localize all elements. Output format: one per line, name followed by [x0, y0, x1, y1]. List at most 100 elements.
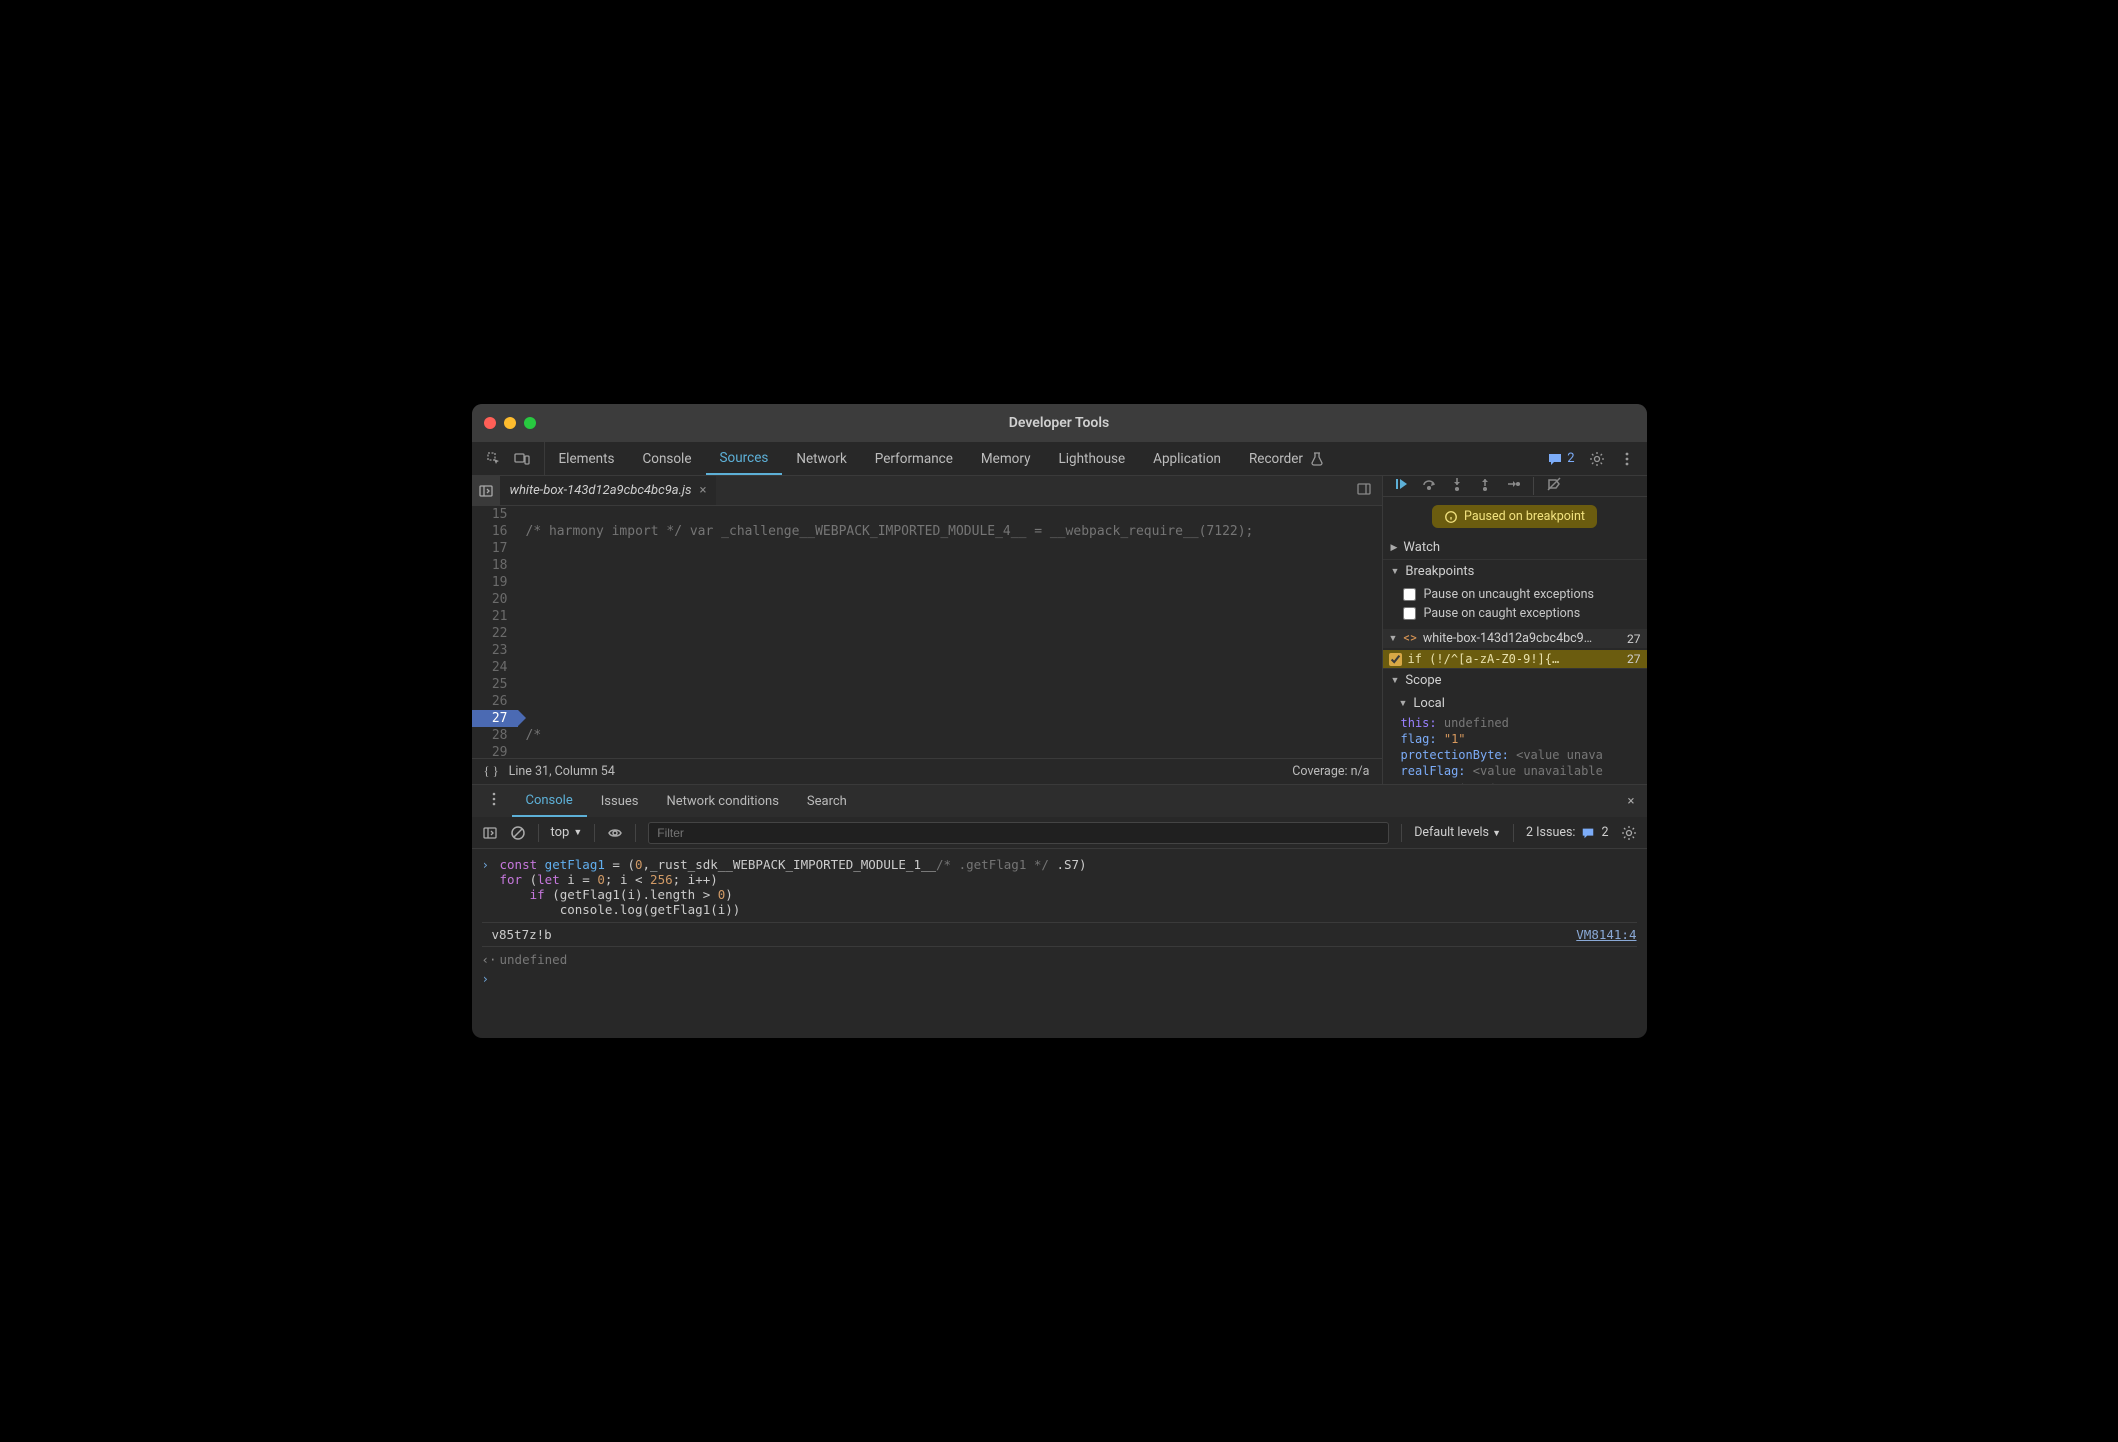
line-number: 25 — [472, 676, 518, 693]
console-sidebar-toggle-icon[interactable] — [482, 825, 498, 841]
tab-console[interactable]: Console — [628, 442, 705, 475]
breakpoints-section-header[interactable]: ▼Breakpoints — [1383, 560, 1647, 583]
pause-caught-checkbox[interactable]: Pause on caught exceptions — [1403, 604, 1639, 623]
output-caret-icon: ‹· — [482, 952, 492, 967]
breakpoint-file-row[interactable]: ▼ <> white-box-143d12a9cbc4bc9… 27 — [1383, 629, 1647, 648]
drawer-tabs: Console Issues Network conditions Search… — [472, 785, 1647, 817]
format-icon[interactable]: { } — [484, 764, 509, 779]
kebab-menu-icon[interactable] — [1619, 451, 1635, 467]
close-tab-icon[interactable]: × — [700, 483, 707, 498]
drawer-tab-network-conditions[interactable]: Network conditions — [652, 785, 792, 817]
drawer-tab-search[interactable]: Search — [793, 785, 861, 817]
line-number: 16 — [472, 523, 518, 540]
navigator-toggle-icon[interactable] — [472, 476, 500, 505]
tab-memory[interactable]: Memory — [967, 442, 1045, 475]
main-tabs: Elements Console Sources Network Perform… — [472, 442, 1647, 476]
gutter[interactable]: 15 16 17 18 19 20 21 22 23 24 25 26 27 2… — [472, 506, 518, 758]
scope-local-header[interactable]: ▼Local — [1383, 692, 1647, 715]
line-number: 18 — [472, 557, 518, 574]
console-input-text: const getFlag1 = (0,_rust_sdk__WEBPACK_I… — [500, 857, 1637, 917]
clear-console-icon[interactable] — [510, 825, 526, 841]
breakpoint-condition-row[interactable]: if (!/^[a-zA-Z0-9!]{… 27 — [1383, 650, 1647, 668]
toggle-navigator-right-icon[interactable] — [1356, 481, 1382, 501]
pause-uncaught-checkbox[interactable]: Pause on uncaught exceptions — [1403, 585, 1639, 604]
flask-icon — [1309, 451, 1325, 467]
scope-protection-byte: protectionByte: <value unava — [1383, 747, 1647, 763]
scope-section-header[interactable]: ▼Scope — [1383, 669, 1647, 692]
file-tabs-bar: white-box-143d12a9cbc4bc9a.js × — [472, 476, 1382, 506]
tab-recorder-label: Recorder — [1249, 451, 1303, 467]
console-body[interactable]: › const getFlag1 = (0,_rust_sdk__WEBPACK… — [472, 849, 1647, 1038]
traffic-lights — [472, 417, 536, 429]
console-input-row: › const getFlag1 = (0,_rust_sdk__WEBPACK… — [482, 855, 1637, 919]
debugger-sidebar: Paused on breakpoint ▶Watch ▼Breakpoints… — [1382, 476, 1647, 784]
breakpoint-enable-checkbox[interactable] — [1389, 653, 1402, 666]
resume-button[interactable] — [1393, 476, 1409, 496]
device-toolbar-icon[interactable] — [514, 451, 530, 467]
maximize-window-button[interactable] — [524, 417, 536, 429]
settings-icon[interactable] — [1589, 451, 1605, 467]
tab-recorder[interactable]: Recorder — [1235, 442, 1339, 475]
line-number: 19 — [472, 574, 518, 591]
paused-text: Paused on breakpoint — [1464, 509, 1585, 524]
code-line: /* harmony import */ var _challenge__WEB… — [526, 524, 1254, 539]
console-return-row: ‹· undefined — [482, 950, 1637, 969]
inspect-element-icon[interactable] — [486, 451, 502, 467]
console-settings-icon[interactable] — [1621, 825, 1637, 841]
drawer-menu-icon[interactable] — [476, 791, 512, 811]
close-window-button[interactable] — [484, 417, 496, 429]
drawer-issues-indicator[interactable]: 2 Issues: 2 — [1526, 825, 1608, 840]
code-line: /* — [526, 728, 542, 743]
tab-network[interactable]: Network — [782, 442, 860, 475]
step-out-button[interactable] — [1477, 476, 1493, 496]
input-caret-icon: › — [482, 971, 492, 986]
console-prompt-row[interactable]: › — [482, 969, 1637, 988]
debug-toolbar — [1383, 476, 1647, 497]
editor-column: white-box-143d12a9cbc4bc9a.js × 15 16 17… — [472, 476, 1382, 784]
message-icon — [1581, 826, 1595, 840]
line-number: 20 — [472, 591, 518, 608]
cursor-position: Line 31, Column 54 — [509, 764, 615, 779]
minimize-window-button[interactable] — [504, 417, 516, 429]
step-into-button[interactable] — [1449, 476, 1465, 496]
js-file-icon: <> — [1403, 631, 1416, 646]
console-output-text: v85t7z!b — [492, 927, 552, 942]
scope-this: this: undefined — [1383, 715, 1647, 731]
drawer-close-icon[interactable]: × — [1628, 794, 1647, 809]
line-number-breakpoint[interactable]: 27 — [472, 710, 518, 727]
tab-elements[interactable]: Elements — [545, 442, 629, 475]
console-output-row: v85t7z!b VM8141:4 — [482, 922, 1637, 947]
log-levels-selector[interactable]: Default levels ▼ — [1414, 825, 1501, 840]
line-number: 28 — [472, 727, 518, 744]
line-number: 21 — [472, 608, 518, 625]
line-number: 22 — [472, 625, 518, 642]
step-over-button[interactable] — [1421, 476, 1437, 496]
editor-status-bar: { } Line 31, Column 54 Coverage: n/a — [472, 758, 1382, 784]
line-number: 23 — [472, 642, 518, 659]
tab-sources[interactable]: Sources — [706, 442, 783, 475]
message-icon — [1547, 451, 1563, 467]
divider — [1533, 477, 1534, 495]
drawer-tab-console[interactable]: Console — [512, 785, 587, 817]
step-button[interactable] — [1505, 476, 1521, 496]
tab-performance[interactable]: Performance — [861, 442, 967, 475]
file-tab[interactable]: white-box-143d12a9cbc4bc9a.js × — [500, 476, 717, 505]
tab-application[interactable]: Application — [1139, 442, 1235, 475]
breakpoint-line-num: 27 — [1627, 632, 1641, 646]
breakpoint-condition-line: 27 — [1627, 652, 1641, 666]
line-number: 17 — [472, 540, 518, 557]
watch-section-header[interactable]: ▶Watch — [1383, 536, 1647, 559]
line-number: 24 — [472, 659, 518, 676]
tab-lighthouse[interactable]: Lighthouse — [1044, 442, 1139, 475]
console-filter-input[interactable] — [648, 822, 1389, 844]
line-number: 26 — [472, 693, 518, 710]
issues-indicator[interactable]: 2 — [1547, 451, 1574, 467]
code-editor[interactable]: 15 16 17 18 19 20 21 22 23 24 25 26 27 2… — [472, 506, 1382, 758]
input-caret-icon: › — [482, 857, 492, 872]
deactivate-breakpoints-button[interactable] — [1546, 476, 1562, 496]
context-selector[interactable]: top▼ — [551, 825, 583, 840]
console-output-source-link[interactable]: VM8141:4 — [1576, 927, 1636, 942]
scope-closure-header[interactable]: ▶Closure (1674) — [1383, 779, 1647, 784]
drawer-tab-issues[interactable]: Issues — [587, 785, 653, 817]
live-expression-icon[interactable] — [607, 825, 623, 841]
